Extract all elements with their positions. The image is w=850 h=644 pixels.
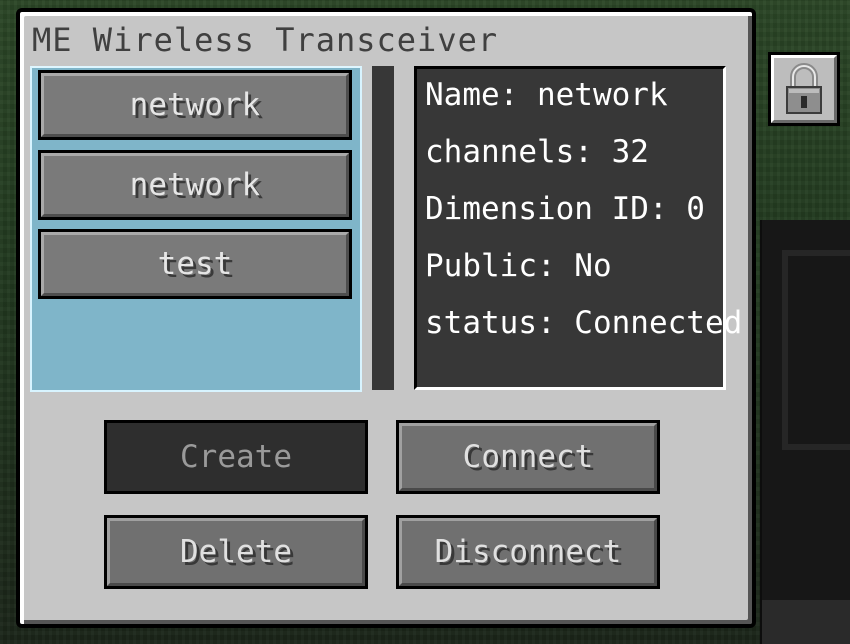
- connect-button-label: Connect: [399, 423, 657, 491]
- info-status: status: Connected: [425, 305, 743, 341]
- world-block: [760, 220, 850, 644]
- network-info-panel: Name: network channels: 32 Dimension ID:…: [414, 66, 742, 390]
- info-dimension-id: Dimension ID: 0: [425, 191, 705, 227]
- delete-button[interactable]: Delete: [104, 515, 368, 589]
- network-list-item[interactable]: network: [38, 70, 352, 140]
- network-list[interactable]: network network test: [30, 66, 362, 392]
- info-public: Public: No: [425, 248, 612, 284]
- info-channels: channels: 32: [425, 134, 649, 170]
- network-list-item[interactable]: network: [38, 150, 352, 220]
- lock-button[interactable]: [768, 52, 840, 126]
- network-list-item-label: network: [41, 153, 349, 217]
- network-list-item[interactable]: test: [38, 229, 352, 299]
- network-list-item-label: test: [41, 232, 349, 296]
- info-name: Name: network: [425, 77, 668, 113]
- disconnect-button-label: Disconnect: [399, 518, 657, 586]
- transceiver-window: ME Wireless Transceiver network network …: [16, 8, 756, 628]
- disconnect-button[interactable]: Disconnect: [396, 515, 660, 589]
- network-list-scrollbar[interactable]: [372, 66, 394, 390]
- network-list-item-label: network: [41, 73, 349, 137]
- create-button-label: Create: [107, 423, 365, 491]
- connect-button[interactable]: Connect: [396, 420, 660, 494]
- padlock-icon: [786, 63, 822, 114]
- create-button[interactable]: Create: [104, 420, 368, 494]
- delete-button-label: Delete: [107, 518, 365, 586]
- lock-button-face[interactable]: [771, 55, 837, 123]
- window-title: ME Wireless Transceiver: [32, 21, 499, 59]
